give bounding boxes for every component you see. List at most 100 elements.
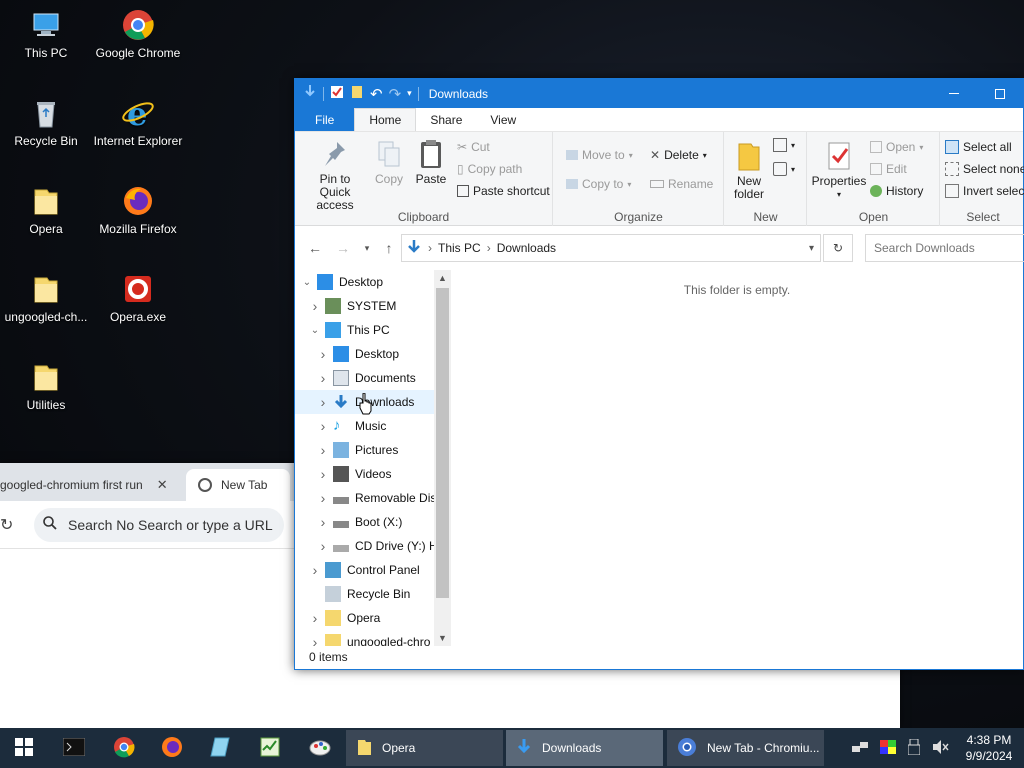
taskbar-notepad[interactable]: [196, 728, 244, 768]
start-button[interactable]: [0, 728, 48, 768]
tab-share[interactable]: Share: [416, 108, 476, 131]
chevron-right-icon[interactable]: ›: [309, 298, 321, 314]
chevron-right-icon[interactable]: ›: [317, 394, 329, 410]
chevron-right-icon[interactable]: ›: [317, 370, 329, 386]
tree-item-opera[interactable]: › Opera: [295, 606, 451, 630]
desktop-icon-google-chrome[interactable]: Google Chrome: [92, 8, 184, 60]
file-list[interactable]: This folder is empty.: [451, 270, 1023, 646]
desktop-icon-this-pc[interactable]: This PC: [0, 8, 92, 60]
tree-item-cd-drive-y-h[interactable]: › CD Drive (Y:) H: [295, 534, 451, 558]
new-item-button[interactable]: ▾: [773, 138, 795, 152]
usb-device-icon[interactable]: [907, 738, 921, 758]
properties-qa-icon[interactable]: [330, 85, 344, 102]
chevron-right-icon[interactable]: ›: [309, 562, 321, 578]
desktop-icon-ungoogled-chromium[interactable]: ungoogled-ch...: [0, 272, 92, 324]
history-button[interactable]: History: [870, 184, 923, 198]
tree-item-downloads[interactable]: › Downloads: [295, 390, 451, 414]
address-bar[interactable]: › This PC › Downloads ▾: [401, 234, 821, 262]
select-all-button[interactable]: Select all: [945, 140, 1012, 154]
select-none-button[interactable]: Select none: [945, 162, 1024, 176]
delete-button[interactable]: ✕ Delete ▾: [650, 148, 707, 162]
tree-item-desktop[interactable]: ⌄ Desktop: [295, 270, 451, 294]
chevron-right-icon[interactable]: ›: [317, 466, 329, 482]
browser-tab-new-tab[interactable]: New Tab: [186, 469, 290, 501]
tree-item-ungoogled-chro[interactable]: › ungoogled-chro: [295, 630, 451, 646]
chevron-right-icon[interactable]: ›: [309, 610, 321, 626]
taskbar-firefox[interactable]: [148, 728, 196, 768]
tree-item-pictures[interactable]: › Pictures: [295, 438, 451, 462]
volume-muted-icon[interactable]: [932, 739, 950, 758]
nav-scrollbar[interactable]: ▲ ▼: [434, 270, 451, 646]
tree-item-desktop[interactable]: › Desktop: [295, 342, 451, 366]
chevron-right-icon[interactable]: ›: [317, 514, 329, 530]
recent-locations-button[interactable]: ▾: [357, 238, 377, 258]
taskbar-task-manager[interactable]: [246, 728, 294, 768]
easy-access-button[interactable]: ▾: [773, 162, 795, 176]
up-button[interactable]: ↑: [379, 238, 399, 258]
desktop-icon-opera-exe[interactable]: Opera.exe: [92, 272, 184, 324]
breadcrumb-this-pc[interactable]: This PC: [438, 241, 481, 255]
paste-button[interactable]: Paste: [411, 138, 451, 186]
taskbar-terminal[interactable]: [50, 728, 98, 768]
breadcrumb-downloads[interactable]: Downloads: [497, 241, 556, 255]
taskbar-task-downloads[interactable]: Downloads: [506, 730, 663, 766]
tree-item-this-pc[interactable]: ⌄ This PC: [295, 318, 451, 342]
open-button[interactable]: Open ▾: [870, 140, 923, 154]
tree-item-system[interactable]: › SYSTEM: [295, 294, 451, 318]
tab-file[interactable]: File: [295, 108, 355, 131]
copy-to-button[interactable]: Copy to ▾: [566, 177, 631, 191]
tree-item-videos[interactable]: › Videos: [295, 462, 451, 486]
desktop-icon-internet-explorer[interactable]: e Internet Explorer: [92, 95, 184, 148]
scrollbar-thumb[interactable]: [436, 288, 449, 598]
new-folder-qa-icon[interactable]: [350, 85, 364, 102]
tree-item-boot-x[interactable]: › Boot (X:): [295, 510, 451, 534]
browser-tab-first-run[interactable]: googled-chromium first run ✕: [0, 469, 176, 501]
taskbar-paint[interactable]: [296, 728, 344, 768]
redo-icon[interactable]: ↷: [389, 85, 402, 103]
pin-to-quick-access-button[interactable]: Pin to Quick access: [299, 138, 371, 212]
tree-item-control-panel[interactable]: › Control Panel: [295, 558, 451, 582]
display-icon[interactable]: [880, 739, 896, 757]
tree-item-recycle-bin[interactable]: Recycle Bin: [295, 582, 451, 606]
network-icon[interactable]: [852, 740, 868, 757]
customize-qa-icon[interactable]: ▾: [407, 88, 412, 99]
taskbar-task-opera[interactable]: Opera: [346, 730, 503, 766]
tree-item-removable-dis[interactable]: › Removable Dis: [295, 486, 451, 510]
cut-button[interactable]: ✂ Cut: [457, 140, 490, 154]
desktop-icon-utilities[interactable]: Utilities: [0, 360, 92, 412]
copy-path-button[interactable]: ▯ Copy path: [457, 162, 522, 176]
forward-button[interactable]: →: [333, 238, 353, 258]
new-folder-button[interactable]: New folder: [729, 140, 769, 201]
chevron-right-icon[interactable]: ›: [317, 418, 329, 434]
chevron-down-icon[interactable]: ⌄: [301, 277, 313, 288]
tree-item-music[interactable]: › ♪ Music: [295, 414, 451, 438]
tree-item-documents[interactable]: › Documents: [295, 366, 451, 390]
tab-close-icon[interactable]: ✕: [157, 477, 168, 493]
copy-button[interactable]: Copy: [369, 138, 409, 186]
scroll-down-icon[interactable]: ▼: [434, 630, 451, 646]
chevron-right-icon[interactable]: ›: [317, 346, 329, 362]
taskbar-task-chromium[interactable]: New Tab - Chromiu...: [667, 730, 824, 766]
chevron-down-icon[interactable]: ⌄: [309, 325, 321, 336]
undo-icon[interactable]: ↶: [370, 85, 383, 103]
tab-view[interactable]: View: [476, 108, 530, 131]
back-button[interactable]: ←: [305, 238, 325, 258]
reload-icon[interactable]: ↻: [0, 515, 13, 535]
maximize-button[interactable]: [977, 79, 1023, 108]
taskbar-chrome[interactable]: [100, 728, 148, 768]
clock[interactable]: 4:38 PM 9/9/2024: [954, 732, 1024, 764]
chevron-right-icon[interactable]: ›: [317, 490, 329, 506]
chevron-right-icon[interactable]: ›: [317, 442, 329, 458]
address-dropdown-icon[interactable]: ▾: [809, 243, 814, 254]
desktop-icon-mozilla-firefox[interactable]: Mozilla Firefox: [92, 184, 184, 236]
omnibox[interactable]: Search No Search or type a URL: [34, 507, 284, 542]
move-to-button[interactable]: Move to ▾: [566, 148, 633, 162]
search-input[interactable]: Search Downloads: [865, 234, 1024, 262]
chevron-right-icon[interactable]: ›: [317, 538, 329, 554]
rename-button[interactable]: Rename: [650, 177, 713, 191]
desktop-icon-opera[interactable]: Opera: [0, 184, 92, 236]
paste-shortcut-button[interactable]: Paste shortcut: [457, 184, 550, 198]
invert-selection-button[interactable]: Invert selection: [945, 184, 1024, 198]
refresh-button[interactable]: ↻: [823, 234, 853, 262]
tab-home[interactable]: Home: [354, 108, 417, 131]
